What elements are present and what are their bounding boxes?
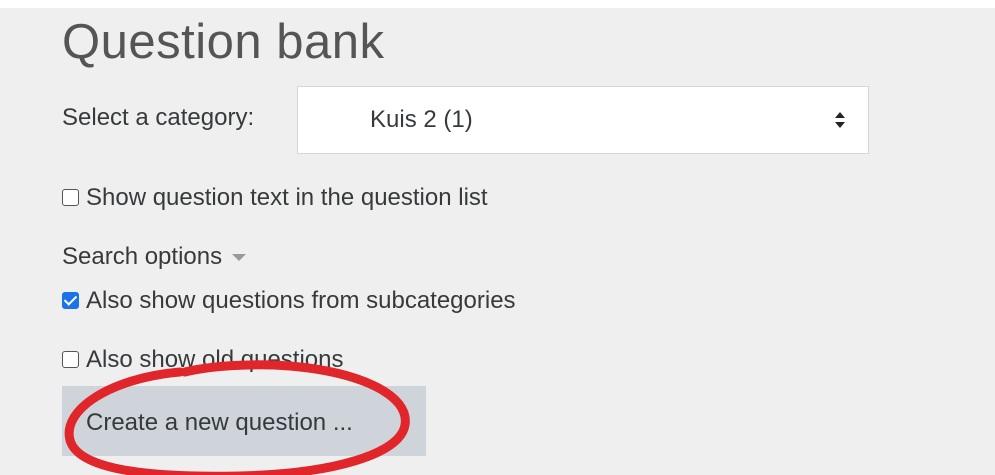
cropped-top-text xyxy=(0,0,995,8)
category-select-value: Kuis 2 (1) xyxy=(370,106,473,133)
category-select[interactable]: Kuis 2 (1) xyxy=(297,86,869,154)
show-question-text-label: Show question text in the question list xyxy=(86,184,488,211)
subcategories-label: Also show questions from subcategories xyxy=(86,287,516,314)
search-options-label: Search options xyxy=(62,243,223,270)
subcategories-option[interactable]: Also show questions from subcategories xyxy=(62,286,516,316)
create-new-question-button[interactable]: Create a new question ... xyxy=(62,386,426,456)
page-title: Question bank xyxy=(62,15,385,69)
category-label: Select a category: xyxy=(62,104,255,131)
old-questions-checkbox[interactable] xyxy=(62,351,79,368)
old-questions-option[interactable]: Also show old questions xyxy=(62,345,343,375)
show-question-text-option[interactable]: Show question text in the question list xyxy=(62,183,488,213)
caret-down-icon xyxy=(232,254,247,261)
select-arrows-icon xyxy=(835,112,845,128)
show-question-text-checkbox[interactable] xyxy=(62,189,79,206)
create-new-question-label: Create a new question ... xyxy=(86,409,353,436)
search-options-toggle[interactable]: Search options xyxy=(62,242,247,272)
old-questions-label: Also show old questions xyxy=(86,346,344,373)
subcategories-checkbox[interactable] xyxy=(62,292,79,309)
